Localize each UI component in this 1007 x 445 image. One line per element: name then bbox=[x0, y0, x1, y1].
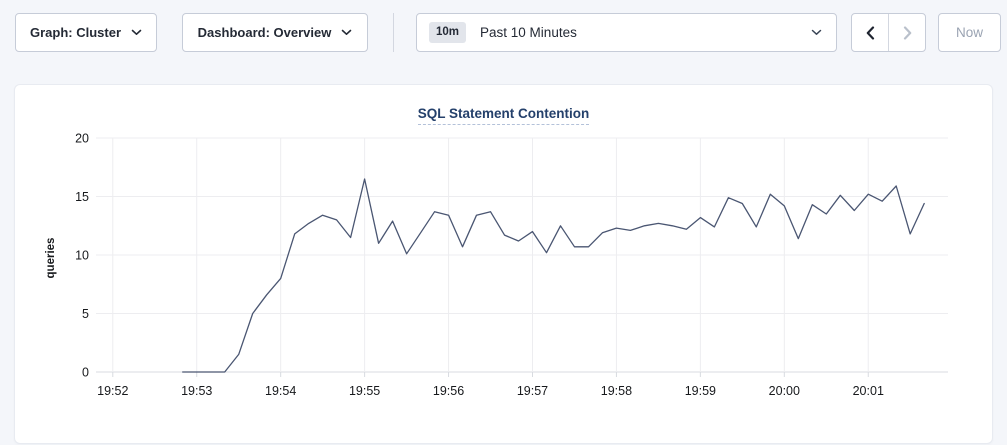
dashboard-dropdown-label: Dashboard: Overview bbox=[198, 25, 332, 40]
svg-text:19:57: 19:57 bbox=[517, 384, 548, 398]
svg-text:19:58: 19:58 bbox=[601, 384, 632, 398]
svg-text:5: 5 bbox=[82, 307, 89, 321]
svg-text:19:55: 19:55 bbox=[349, 384, 380, 398]
chevron-right-icon bbox=[903, 26, 912, 40]
svg-text:19:52: 19:52 bbox=[97, 384, 128, 398]
chart-card: SQL Statement Contention 0 5 10 15 20 19:52 19… bbox=[14, 84, 993, 444]
svg-text:19:59: 19:59 bbox=[685, 384, 716, 398]
svg-text:19:54: 19:54 bbox=[265, 384, 296, 398]
graph-dropdown-label: Graph: Cluster bbox=[30, 25, 121, 40]
svg-text:20: 20 bbox=[75, 132, 89, 146]
svg-text:19:56: 19:56 bbox=[433, 384, 464, 398]
time-range-picker[interactable]: 10m Past 10 Minutes bbox=[416, 13, 837, 52]
chevron-left-icon bbox=[866, 26, 875, 40]
chart-plot-area[interactable]: 0 5 10 15 20 19:52 19:53 19:54 19:55 19:56 19:57 19… bbox=[15, 85, 994, 445]
time-backward-button[interactable] bbox=[852, 14, 889, 51]
chevron-down-icon bbox=[131, 29, 142, 36]
time-range-badge: 10m bbox=[429, 22, 466, 44]
svg-text:20:00: 20:00 bbox=[769, 384, 800, 398]
svg-text:20:01: 20:01 bbox=[853, 384, 884, 398]
svg-text:19:53: 19:53 bbox=[181, 384, 212, 398]
svg-text:15: 15 bbox=[75, 190, 89, 204]
time-step-buttons bbox=[851, 13, 926, 52]
chart-title[interactable]: SQL Statement Contention bbox=[418, 106, 590, 125]
chevron-down-icon bbox=[811, 29, 822, 36]
svg-text:queries: queries bbox=[45, 238, 57, 279]
now-button[interactable]: Now bbox=[938, 13, 1001, 52]
toolbar-divider bbox=[393, 13, 394, 52]
graph-dropdown[interactable]: Graph: Cluster bbox=[15, 13, 157, 52]
dashboard-dropdown[interactable]: Dashboard: Overview bbox=[182, 13, 368, 52]
time-forward-button[interactable] bbox=[889, 14, 925, 51]
chart-title-row: SQL Statement Contention bbox=[15, 105, 992, 125]
svg-text:0: 0 bbox=[82, 366, 89, 380]
time-range-label: Past 10 Minutes bbox=[480, 25, 811, 40]
chevron-down-icon bbox=[341, 29, 352, 36]
svg-text:10: 10 bbox=[75, 249, 89, 263]
